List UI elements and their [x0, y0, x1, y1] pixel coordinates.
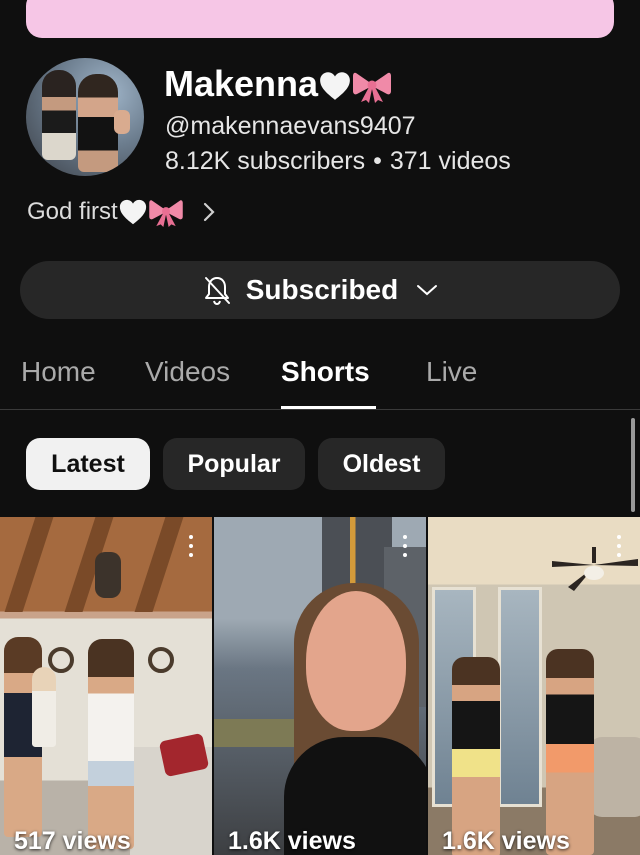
channel-name-text: Makenna [164, 63, 319, 104]
chevron-down-icon [417, 285, 438, 296]
more-options-icon[interactable] [616, 535, 622, 557]
chevron-right-icon[interactable] [202, 201, 216, 223]
bridge [214, 719, 304, 747]
avatar-person-left [42, 70, 76, 160]
pink-ribbon-icon [353, 73, 392, 104]
channel-tabs: Home Videos Shorts Live [0, 350, 640, 410]
more-options-icon[interactable] [402, 535, 408, 557]
bell-off-icon [204, 277, 230, 306]
stats-separator: • [373, 147, 382, 175]
short-view-count: 1.6K views [442, 827, 570, 855]
active-tab-indicator [281, 406, 376, 409]
window [498, 587, 542, 807]
tab-videos[interactable]: Videos [145, 354, 230, 390]
armchair [588, 737, 640, 817]
subscriber-count: 8.12K subscribers [165, 147, 366, 175]
filter-chip-popular[interactable]: Popular [163, 438, 305, 490]
ceiling-fan [552, 547, 638, 591]
short-view-count: 1.6K views [228, 827, 356, 855]
avatar-person-right [78, 74, 118, 172]
video-count: 371 videos [389, 147, 511, 175]
short-thumbnail[interactable]: 1.6K views [214, 517, 426, 855]
channel-handle: @makennaevans9407 [165, 112, 416, 140]
face [306, 591, 406, 731]
chandelier [95, 552, 121, 598]
ceiling-beam [134, 517, 184, 612]
filter-chip-latest[interactable]: Latest [26, 438, 150, 490]
short-view-count: 517 views [14, 827, 131, 855]
tab-shorts[interactable]: Shorts [281, 354, 370, 390]
child [32, 667, 56, 747]
more-options-icon[interactable] [188, 535, 194, 557]
channel-avatar[interactable] [26, 58, 144, 176]
tab-home[interactable]: Home [21, 354, 96, 390]
pink-ribbon-icon [148, 200, 183, 227]
subscribed-button[interactable]: Subscribed [20, 261, 620, 319]
filter-chip-oldest[interactable]: Oldest [318, 438, 445, 490]
white-heart-icon [320, 72, 350, 101]
short-thumbnail[interactable]: 1.6K views [428, 517, 640, 855]
channel-description-text: God first [27, 198, 118, 225]
channel-name: Makenna [164, 60, 392, 108]
short-thumbnail[interactable]: 517 views [0, 517, 212, 855]
avatar-hand [114, 110, 130, 134]
channel-stats: 8.12K subscribers • 371 videos [165, 145, 511, 177]
white-heart-icon [119, 199, 146, 225]
tab-live[interactable]: Live [426, 354, 477, 390]
scrollbar[interactable] [631, 418, 635, 512]
channel-banner[interactable] [26, 0, 614, 38]
person [88, 639, 134, 849]
subscribed-label: Subscribed [245, 274, 399, 305]
channel-description[interactable]: God first [27, 194, 216, 230]
wreath [148, 647, 174, 673]
ceiling-beam [4, 517, 54, 612]
